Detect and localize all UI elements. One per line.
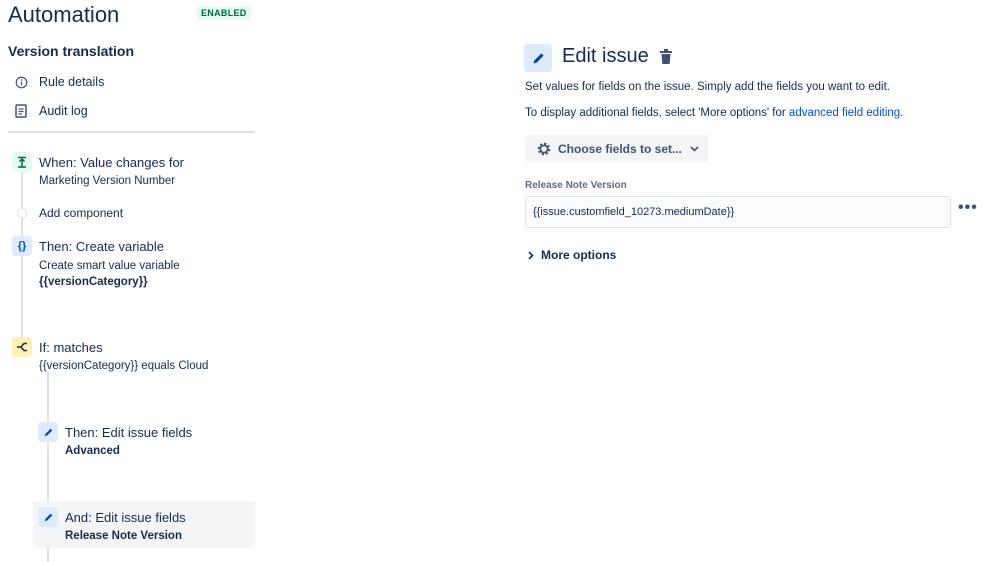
action2-node-icon <box>38 507 58 527</box>
branch-icon <box>17 342 27 352</box>
action1-detail: Advanced <box>65 445 120 457</box>
desc2-prefix: To display additional fields, select 'Mo… <box>525 107 789 119</box>
panel-description-2: To display additional fields, select 'Mo… <box>525 107 903 119</box>
condition-node-icon <box>12 337 32 357</box>
action2-title[interactable]: And: Edit issue fields <box>65 510 186 525</box>
trigger-icon <box>18 156 26 168</box>
flow-connector <box>21 172 23 345</box>
rule-name: Version translation <box>8 43 135 59</box>
choose-fields-label: Choose fields to set... <box>558 141 683 156</box>
action2-detail: Release Note Version <box>65 530 182 542</box>
braces-icon: {} <box>17 240 27 252</box>
release-note-version-label: Release Note Version <box>525 180 627 191</box>
variable-subtitle: Create smart value variable <box>39 260 180 272</box>
pencil-icon <box>44 513 52 521</box>
choose-fields-button[interactable]: Choose fields to set... <box>525 135 708 162</box>
variable-node-icon: {} <box>12 236 32 256</box>
panel-title: Edit issue <box>562 45 649 67</box>
action1-node-icon <box>38 422 58 442</box>
add-component-link[interactable]: Add component <box>39 206 123 220</box>
add-component-dot <box>17 208 27 218</box>
panel-description: Set values for fields on the issue. Simp… <box>525 81 891 93</box>
sidebar-divider <box>8 131 255 133</box>
document-icon <box>13 103 29 119</box>
audit-log-label: Audit log <box>39 104 88 118</box>
trigger-title[interactable]: When: Value changes for <box>39 155 184 170</box>
pencil-icon <box>44 428 52 436</box>
more-actions-icon[interactable]: ••• <box>958 199 978 217</box>
trash-icon[interactable] <box>658 48 674 66</box>
advanced-field-editing-link[interactable]: advanced field editing <box>789 107 900 119</box>
gear-icon <box>536 141 552 157</box>
variable-title[interactable]: Then: Create variable <box>39 239 164 254</box>
chevron-right-icon <box>528 250 534 260</box>
chevron-down-icon <box>690 145 699 152</box>
trigger-subtitle: Marketing Version Number <box>39 175 176 187</box>
variable-detail: {{versionCategory}} <box>39 276 148 288</box>
more-options-toggle[interactable]: More options <box>528 248 616 262</box>
pencil-icon <box>533 52 544 63</box>
condition-subtitle: {{versionCategory}} equals Cloud <box>39 360 209 372</box>
action1-title[interactable]: Then: Edit issue fields <box>65 425 192 440</box>
rule-details-link[interactable]: Rule details <box>13 72 104 92</box>
release-note-version-input[interactable]: {{issue.customfield_10273.mediumDate}} <box>525 196 951 228</box>
trigger-node-icon <box>12 152 32 172</box>
edit-issue-icon-box <box>524 44 552 72</box>
app-title: Automation <box>8 2 120 27</box>
status-badge: ENABLED <box>197 6 251 20</box>
audit-log-link[interactable]: Audit log <box>13 101 88 121</box>
rule-details-label: Rule details <box>39 75 105 89</box>
more-options-label: More options <box>541 248 617 262</box>
desc2-suffix: . <box>900 107 904 119</box>
condition-title[interactable]: If: matches <box>39 340 103 355</box>
info-icon <box>13 74 29 90</box>
